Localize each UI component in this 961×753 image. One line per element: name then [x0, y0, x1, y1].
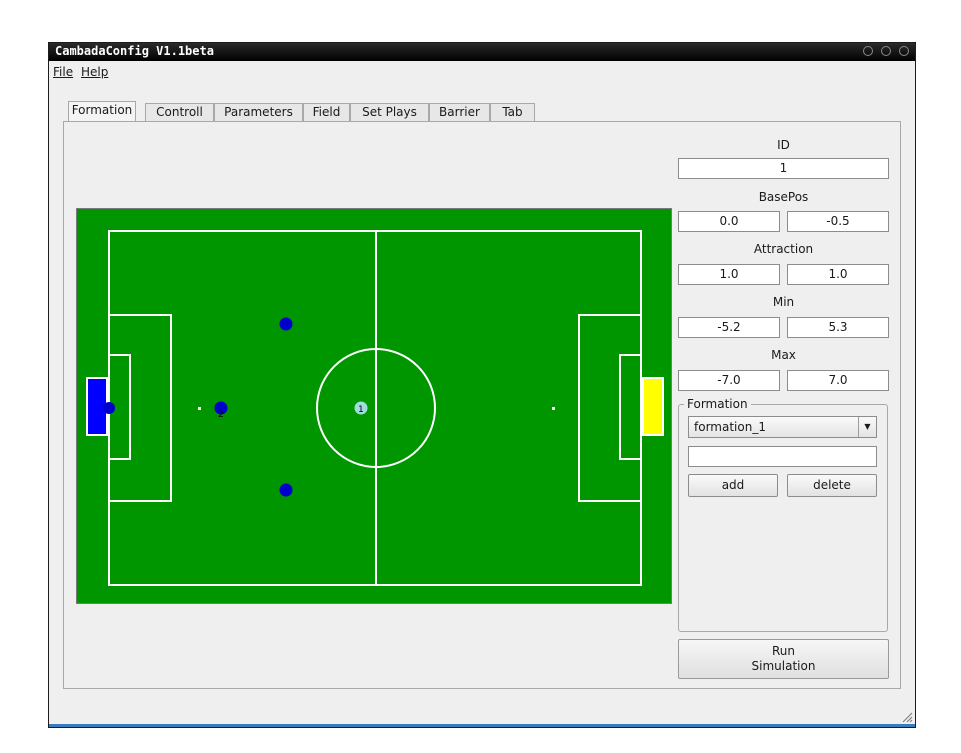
robot-goalkeeper[interactable]	[103, 402, 115, 414]
close-button[interactable]	[899, 46, 909, 56]
max-label: Max	[771, 348, 796, 362]
robot-marker[interactable]	[279, 483, 293, 497]
basepos-y-field[interactable]: -0.5	[787, 211, 889, 232]
run-simulation-button[interactable]: Run Simulation	[678, 639, 889, 679]
robot-upper[interactable]	[279, 317, 293, 331]
menu-bar: File Help	[49, 61, 915, 83]
soccer-field[interactable]: 2 1	[77, 209, 671, 603]
robot-marker[interactable]	[279, 317, 293, 331]
minimize-button[interactable]	[863, 46, 873, 56]
tab-controll[interactable]: Controll	[145, 103, 214, 121]
menu-help-label: Help	[81, 65, 109, 79]
window-title: CambadaConfig V1.1beta	[55, 44, 214, 58]
id-label: ID	[777, 138, 790, 152]
robot-marker[interactable]	[103, 402, 115, 414]
delete-formation-button[interactable]: delete	[787, 474, 877, 497]
min-label: Min	[772, 295, 795, 309]
basepos-x-field[interactable]: 0.0	[678, 211, 780, 232]
menu-file[interactable]: File	[53, 65, 73, 79]
robot-number: 1	[358, 405, 364, 415]
formation-select[interactable]: formation_1 ▼	[688, 416, 877, 438]
robot-lower[interactable]	[279, 483, 293, 497]
max-x-field[interactable]: -7.0	[678, 370, 780, 391]
grass	[77, 209, 671, 603]
tab-barrier[interactable]: Barrier	[429, 103, 490, 121]
add-formation-button[interactable]: add	[688, 474, 778, 497]
menu-help[interactable]: Help	[81, 65, 108, 79]
tab-set-plays[interactable]: Set Plays	[350, 103, 429, 121]
run-simulation-line1: Run	[771, 644, 795, 658]
field-view[interactable]: 2 1	[76, 208, 672, 604]
attraction-y-field[interactable]: 1.0	[787, 264, 889, 285]
robot-number: 2	[218, 410, 224, 420]
right-penalty-spot	[552, 407, 555, 410]
left-penalty-spot	[198, 407, 201, 410]
tab-tab[interactable]: Tab	[490, 103, 535, 121]
menu-file-label: File	[53, 65, 74, 79]
basepos-label: BasePos	[758, 190, 809, 204]
run-simulation-line2: Simulation	[751, 659, 816, 673]
chevron-down-icon[interactable]: ▼	[858, 417, 876, 437]
min-x-field[interactable]: -5.2	[678, 317, 780, 338]
formation-select-value: formation_1	[694, 420, 766, 434]
formation-group-title: Formation	[684, 397, 751, 411]
id-field[interactable]: 1	[678, 158, 889, 179]
resize-grip-icon[interactable]	[901, 711, 913, 723]
tab-field[interactable]: Field	[303, 103, 350, 121]
tab-parameters[interactable]: Parameters	[214, 103, 303, 121]
title-bar: CambadaConfig V1.1beta	[49, 43, 915, 61]
min-y-field[interactable]: 5.3	[787, 317, 889, 338]
window-bottom-edge	[49, 724, 915, 727]
max-y-field[interactable]: 7.0	[787, 370, 889, 391]
tab-formation[interactable]: Formation	[68, 101, 136, 121]
maximize-button[interactable]	[881, 46, 891, 56]
main-window: CambadaConfig V1.1beta File Help Formati…	[48, 42, 916, 728]
attraction-label: Attraction	[753, 242, 814, 256]
right-goal	[642, 377, 664, 436]
attraction-x-field[interactable]: 1.0	[678, 264, 780, 285]
formation-name-input[interactable]	[688, 446, 877, 467]
formation-groupbox	[678, 404, 888, 632]
